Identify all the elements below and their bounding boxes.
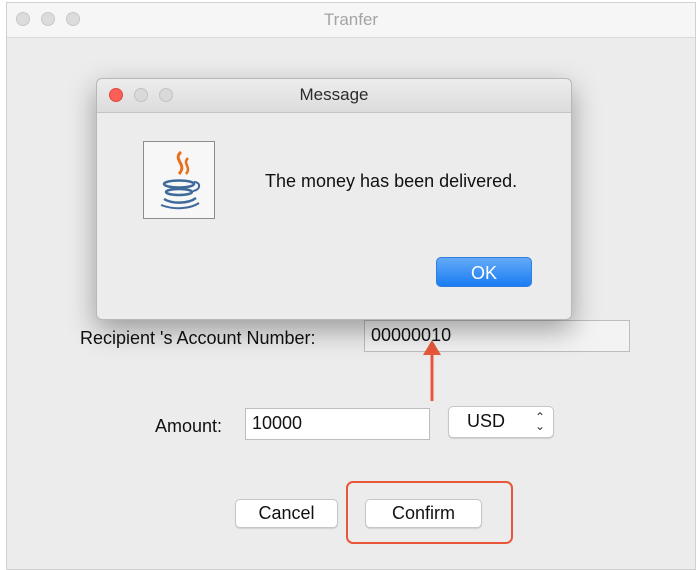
dialog-title: Message (299, 85, 369, 104)
window-title: Tranfer (323, 10, 379, 29)
java-icon (143, 141, 215, 219)
cancel-button[interactable]: Cancel (235, 499, 338, 528)
message-dialog: Message The money has been delivered. OK (96, 78, 572, 320)
amount-field[interactable]: 10000 (245, 408, 430, 440)
window-titlebar: Tranfer (7, 3, 695, 38)
currency-select-value: USD (467, 411, 506, 431)
amount-label: Amount: (155, 416, 223, 436)
ok-button[interactable]: OK (436, 257, 532, 287)
recipient-account-field[interactable]: 00000010 (364, 320, 630, 352)
annotation-arrow-icon (423, 340, 441, 401)
dialog-titlebar: Message (97, 79, 571, 113)
dialog-message: The money has been delivered. (265, 171, 518, 191)
confirm-button[interactable]: Confirm (365, 499, 482, 528)
recipient-label: Recipient 's Account Number: (80, 328, 316, 348)
chevron-updown-icon: ⌃ ⌄ (534, 410, 545, 433)
currency-select[interactable]: USD ⌃ ⌄ (448, 406, 554, 438)
